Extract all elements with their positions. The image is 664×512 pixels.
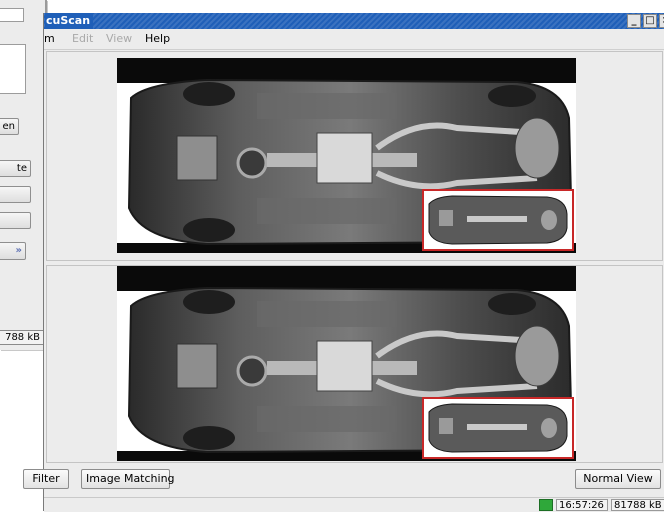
status-indicator-icon [539, 499, 553, 511]
menu-file[interactable]: m [44, 32, 55, 45]
background-open-button[interactable]: en [0, 118, 19, 135]
status-time: 16:57:26 [556, 499, 608, 511]
background-window: en te » 788 kB [0, 0, 47, 350]
window-title: cuScan [45, 13, 94, 29]
close-icon[interactable]: × [659, 14, 664, 28]
menu-bar: m Edit View Help [44, 29, 664, 50]
main-window: cuScan _ □ × m Edit View Help [23, 13, 664, 512]
menu-view[interactable]: View [106, 32, 132, 45]
reference-scan-image[interactable] [117, 58, 576, 253]
background-next-button[interactable]: » [0, 242, 26, 260]
background-button-3[interactable] [0, 186, 31, 203]
background-list[interactable] [0, 44, 26, 94]
status-bar: 16:57:26 81788 kB [44, 497, 664, 512]
background-delete-button[interactable]: te [0, 160, 31, 177]
reference-scan-pane [46, 51, 663, 261]
menu-help[interactable]: Help [145, 32, 170, 45]
maximize-icon[interactable]: □ [643, 14, 657, 28]
background-status-text: 788 kB [0, 330, 44, 345]
current-scan-image[interactable] [117, 266, 576, 461]
filter-button[interactable]: Filter [23, 469, 69, 489]
background-input[interactable] [0, 8, 24, 22]
chevron-right-icon: » [15, 245, 22, 256]
menu-edit[interactable]: Edit [72, 32, 93, 45]
minimize-icon[interactable]: _ [627, 14, 641, 28]
background-button-4[interactable] [0, 212, 31, 229]
title-bar[interactable]: cuScan _ □ × [44, 13, 664, 29]
image-matching-button[interactable]: Image Matching [81, 469, 175, 489]
normal-view-button[interactable]: Normal View [575, 469, 661, 489]
current-scan-pane [46, 265, 663, 463]
status-memory: 81788 kB [611, 499, 664, 511]
